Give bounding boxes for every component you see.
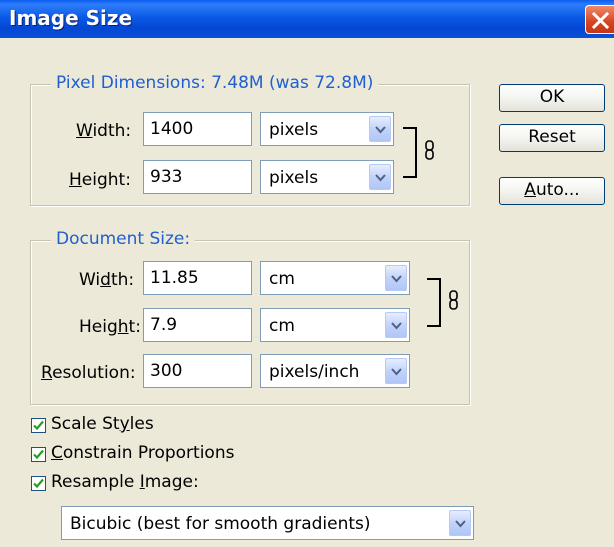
dropdown-button[interactable] <box>449 510 471 536</box>
doc-height-label: Height: <box>79 317 141 337</box>
pixel-height-input[interactable]: 933 <box>143 160 252 194</box>
chevron-down-icon <box>455 520 466 528</box>
resolution-input[interactable]: 300 <box>143 354 252 388</box>
window-title: Image Size <box>9 6 133 30</box>
ok-button[interactable]: OK <box>499 84 605 112</box>
doc-width-unit-value: cm <box>269 269 295 289</box>
dropdown-button[interactable] <box>385 312 407 338</box>
resample-image-checkbox[interactable] <box>31 476 46 491</box>
auto-button[interactable]: Auto... <box>499 177 605 205</box>
constrain-bracket <box>403 127 417 178</box>
dropdown-button[interactable] <box>369 164 391 190</box>
doc-height-input[interactable]: 7.9 <box>143 308 252 342</box>
chevron-down-icon <box>391 275 402 283</box>
scale-styles-checkbox[interactable] <box>31 418 46 433</box>
checkmark-icon <box>33 420 44 431</box>
reset-button[interactable]: Reset <box>499 124 605 152</box>
resample-method-select[interactable]: Bicubic (best for smooth gradients) <box>61 506 474 540</box>
link-icon <box>425 140 434 160</box>
pixel-width-unit-select[interactable]: pixels <box>260 112 394 146</box>
chevron-down-icon <box>391 368 402 376</box>
constrain-bracket-doc <box>427 278 441 327</box>
resolution-label: Resolution: <box>41 363 136 383</box>
close-button[interactable] <box>585 5 614 34</box>
pixel-height-label: Height: <box>69 170 131 190</box>
title-bar[interactable]: Image Size <box>0 0 614 38</box>
chevron-down-icon <box>375 126 386 134</box>
pixel-width-label: Width: <box>76 121 132 141</box>
doc-width-unit-select[interactable]: cm <box>260 261 410 295</box>
constrain-proportions-checkbox[interactable] <box>31 447 46 462</box>
dropdown-button[interactable] <box>385 265 407 291</box>
chevron-down-icon <box>391 322 402 330</box>
pixel-width-input[interactable]: 1400 <box>143 112 252 146</box>
resolution-unit-value: pixels/inch <box>269 362 360 382</box>
pixel-width-unit-value: pixels <box>269 120 319 140</box>
checkmark-icon <box>33 449 44 460</box>
close-icon <box>592 12 609 29</box>
chevron-down-icon <box>375 174 386 182</box>
dropdown-button[interactable] <box>369 116 391 142</box>
resample-image-label[interactable]: Resample Image: <box>51 472 199 492</box>
dropdown-button[interactable] <box>385 358 407 384</box>
constrain-proportions-label[interactable]: Constrain Proportions <box>51 443 234 463</box>
document-size-legend: Document Size: <box>51 229 196 249</box>
doc-width-input[interactable]: 11.85 <box>143 261 252 295</box>
resolution-unit-select[interactable]: pixels/inch <box>260 354 410 388</box>
pixel-dimensions-legend: Pixel Dimensions: 7.48M (was 72.8M) <box>51 73 379 93</box>
pixel-height-unit-value: pixels <box>269 168 319 188</box>
checkmark-icon <box>33 478 44 489</box>
pixel-height-unit-select[interactable]: pixels <box>260 160 394 194</box>
link-icon <box>449 290 458 310</box>
scale-styles-label[interactable]: Scale Styles <box>51 414 154 434</box>
resample-method-value: Bicubic (best for smooth gradients) <box>70 514 371 534</box>
doc-width-label: Width: <box>79 270 135 290</box>
doc-height-unit-value: cm <box>269 316 295 336</box>
doc-height-unit-select[interactable]: cm <box>260 308 410 342</box>
